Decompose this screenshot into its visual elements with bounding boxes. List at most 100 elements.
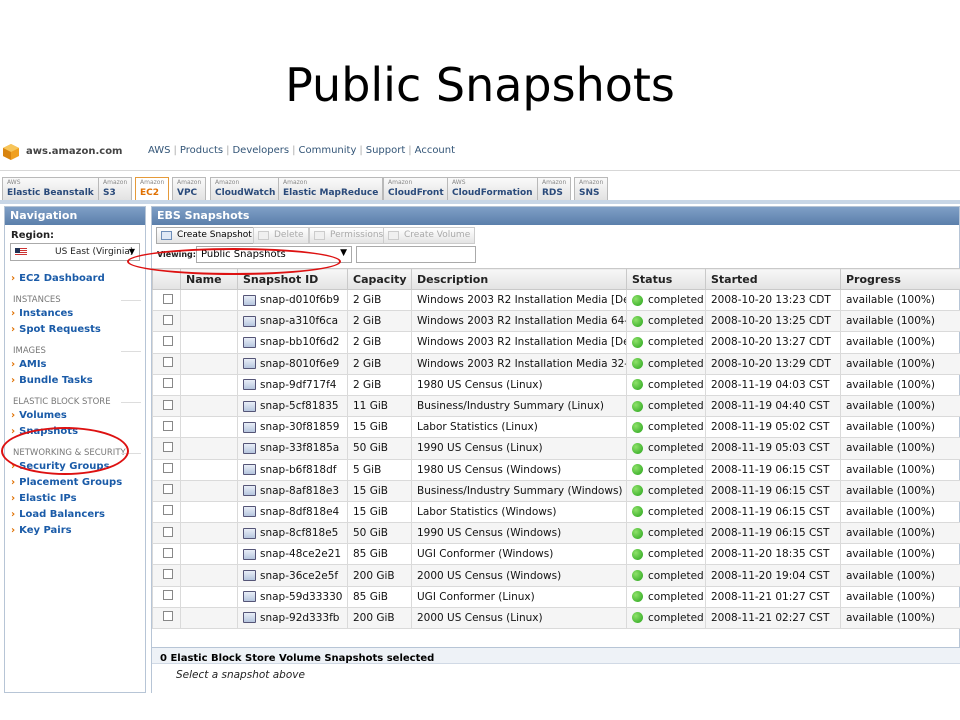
row-checkbox[interactable]: [163, 293, 173, 304]
sidebar-item-elastic-ips[interactable]: › Elastic IPs: [5, 491, 145, 507]
table-row[interactable]: snap-8df818e4 15 GiB Labor Statistics (Win…: [152, 500, 960, 524]
snapshot-icon: [243, 612, 256, 624]
row-checkbox[interactable]: [163, 547, 173, 558]
tab-service-label: EC2: [140, 188, 160, 198]
description-cell: 1980 US Census (Linux): [411, 373, 627, 396]
column-header-snapshot-id[interactable]: Snapshot ID: [237, 268, 348, 290]
viewing-select[interactable]: Public Snapshots ▼: [196, 246, 352, 263]
search-input[interactable]: [356, 246, 476, 263]
status-ok-icon: [632, 591, 643, 603]
row-checkbox[interactable]: [163, 463, 173, 474]
tab-cloudformation[interactable]: AWS CloudFormation: [447, 177, 538, 200]
table-row[interactable]: snap-8010f6e9 2 GiB Windows 2003 R2 Instal…: [152, 352, 960, 375]
sidebar-item-snapshots[interactable]: › Snapshots: [5, 424, 145, 440]
row-checkbox[interactable]: [163, 314, 173, 325]
tab-s3[interactable]: Amazon S3: [98, 177, 133, 200]
row-checkbox[interactable]: [163, 611, 173, 622]
nav-ec2-dashboard[interactable]: › EC2 Dashboard: [5, 271, 145, 287]
started-cell: 2008-11-19 05:02 CST: [705, 416, 841, 439]
tab-cloudfront[interactable]: Amazon CloudFront: [383, 177, 449, 200]
snapshot-id: snap-8af818e3: [260, 484, 340, 497]
sidebar-item-key-pairs[interactable]: › Key Pairs: [5, 523, 145, 539]
create-volume-button[interactable]: Create Volume: [383, 227, 476, 244]
table-row[interactable]: snap-8cf818e5 50 GiB 1990 US Census (Windo…: [152, 522, 960, 545]
row-checkbox[interactable]: [163, 420, 173, 431]
top-link-products[interactable]: Products: [180, 145, 223, 156]
snapshot-id: snap-bb10f6d2: [260, 336, 340, 349]
column-header-progress[interactable]: Progress: [840, 268, 960, 290]
row-checkbox[interactable]: [163, 484, 173, 495]
top-link-account[interactable]: Account: [415, 145, 455, 156]
snapshot-id: snap-9df717f4: [260, 378, 337, 391]
table-row[interactable]: snap-36ce2e5f 200 GiB 2000 US Census (Wind…: [152, 564, 960, 587]
table-row[interactable]: snap-33f8185a 50 GiB 1990 US Census (Linux…: [152, 437, 960, 460]
tab-cloudwatch[interactable]: Amazon CloudWatch: [210, 177, 281, 200]
row-checkbox[interactable]: [163, 399, 173, 410]
snapshot-id: snap-d010f6b9: [260, 294, 340, 307]
row-checkbox[interactable]: [163, 441, 173, 452]
service-tabs: AWS Elastic Beanstalk Amazon S3 Amazon EC2 Ama…: [0, 177, 960, 200]
status-text: completed: [648, 336, 704, 349]
column-header-capacity[interactable]: Capacity: [347, 268, 412, 290]
region-value: US East (Virginia): [55, 247, 134, 257]
description-cell: Windows 2003 R2 Installation Media 64-bi…: [411, 310, 627, 333]
chevron-right-icon: ›: [11, 375, 16, 386]
tab-vpc[interactable]: Amazon VPC: [172, 177, 207, 200]
table-row[interactable]: snap-b6f818df 5 GiB 1980 US Census (Window…: [152, 458, 960, 481]
table-row[interactable]: snap-48ce2e21 85 GiB UGI Conformer (Window…: [152, 543, 960, 566]
description-cell: 2000 US Census (Linux): [411, 606, 627, 630]
create-snapshot-button[interactable]: Create Snapshot: [156, 227, 257, 244]
column-header-description[interactable]: Description: [411, 268, 627, 290]
sidebar-item-spot-requests[interactable]: › Spot Requests: [5, 322, 145, 338]
top-link-developers[interactable]: Developers: [232, 145, 289, 156]
region-select[interactable]: US East (Virginia) ▼: [10, 243, 140, 261]
name-cell: [180, 310, 238, 333]
snapshot-id-cell: snap-bb10f6d2: [237, 331, 348, 354]
delete-button[interactable]: Delete: [253, 227, 309, 244]
table-row[interactable]: snap-30f81859 15 GiB Labor Statistics (Lin…: [152, 416, 960, 439]
top-link-community[interactable]: Community: [298, 145, 356, 156]
tab-elastic-beanstalk[interactable]: AWS Elastic Beanstalk: [2, 177, 99, 200]
description-cell: Business/Industry Summary (Linux): [411, 394, 627, 418]
snapshot-icon: [243, 315, 256, 327]
row-checkbox[interactable]: [163, 526, 173, 537]
tab-vendor-label: Amazon: [140, 179, 165, 186]
table-row[interactable]: snap-8af818e3 15 GiB Business/Industry Sum…: [152, 479, 960, 502]
table-row[interactable]: snap-92d333fb 200 GiB 2000 US Census (Linu…: [152, 606, 960, 630]
capacity-cell: 2 GiB: [347, 288, 412, 312]
table-row[interactable]: snap-a310f6ca 2 GiB Windows 2003 R2 Instal…: [152, 310, 960, 333]
tab-rds[interactable]: Amazon RDS: [537, 177, 572, 200]
tab-elastic-mapreduce[interactable]: Amazon Elastic MapReduce: [278, 177, 384, 200]
top-link-support[interactable]: Support: [366, 145, 406, 156]
description-cell: Windows 2003 R2 Installation Media [Depr…: [411, 288, 627, 312]
permissions-button[interactable]: Permissions: [309, 227, 389, 244]
row-checkbox[interactable]: [163, 590, 173, 601]
slide-title: Public Snapshots: [285, 58, 675, 112]
status-ok-icon: [632, 548, 643, 560]
row-checkbox[interactable]: [163, 357, 173, 368]
sidebar-item-security-groups[interactable]: › Security Groups: [5, 459, 145, 475]
row-checkbox[interactable]: [163, 378, 173, 389]
row-checkbox[interactable]: [163, 569, 173, 580]
sidebar-item-amis[interactable]: › AMIs: [5, 357, 145, 373]
sidebar-item-instances[interactable]: › Instances: [5, 306, 145, 322]
row-checkbox[interactable]: [163, 335, 173, 346]
tab-sns[interactable]: Amazon SNS: [574, 177, 609, 200]
sidebar-item-volumes[interactable]: › Volumes: [5, 408, 145, 424]
column-header-status[interactable]: Status: [626, 268, 706, 290]
top-link-aws[interactable]: AWS: [148, 145, 171, 156]
select-cell: [152, 522, 181, 545]
column-header-started[interactable]: Started: [705, 268, 841, 290]
row-checkbox[interactable]: [163, 505, 173, 516]
tab-ec2[interactable]: Amazon EC2: [135, 177, 170, 200]
column-header-name[interactable]: Name: [180, 268, 238, 290]
table-row[interactable]: snap-5cf81835 11 GiB Business/Industry Sum…: [152, 394, 960, 418]
table-row[interactable]: snap-d010f6b9 2 GiB Windows 2003 R2 Instal…: [152, 288, 960, 312]
sidebar-item-placement-groups[interactable]: › Placement Groups: [5, 475, 145, 491]
sidebar-item-load-balancers[interactable]: › Load Balancers: [5, 507, 145, 523]
sidebar-item-bundle-tasks[interactable]: › Bundle Tasks: [5, 373, 145, 389]
table-row[interactable]: snap-59d33330 85 GiB UGI Conformer (Linux)…: [152, 585, 960, 608]
table-row[interactable]: snap-bb10f6d2 2 GiB Windows 2003 R2 Instal…: [152, 331, 960, 354]
column-header-select[interactable]: [152, 268, 181, 290]
table-row[interactable]: snap-9df717f4 2 GiB 1980 US Census (Linux)…: [152, 373, 960, 396]
